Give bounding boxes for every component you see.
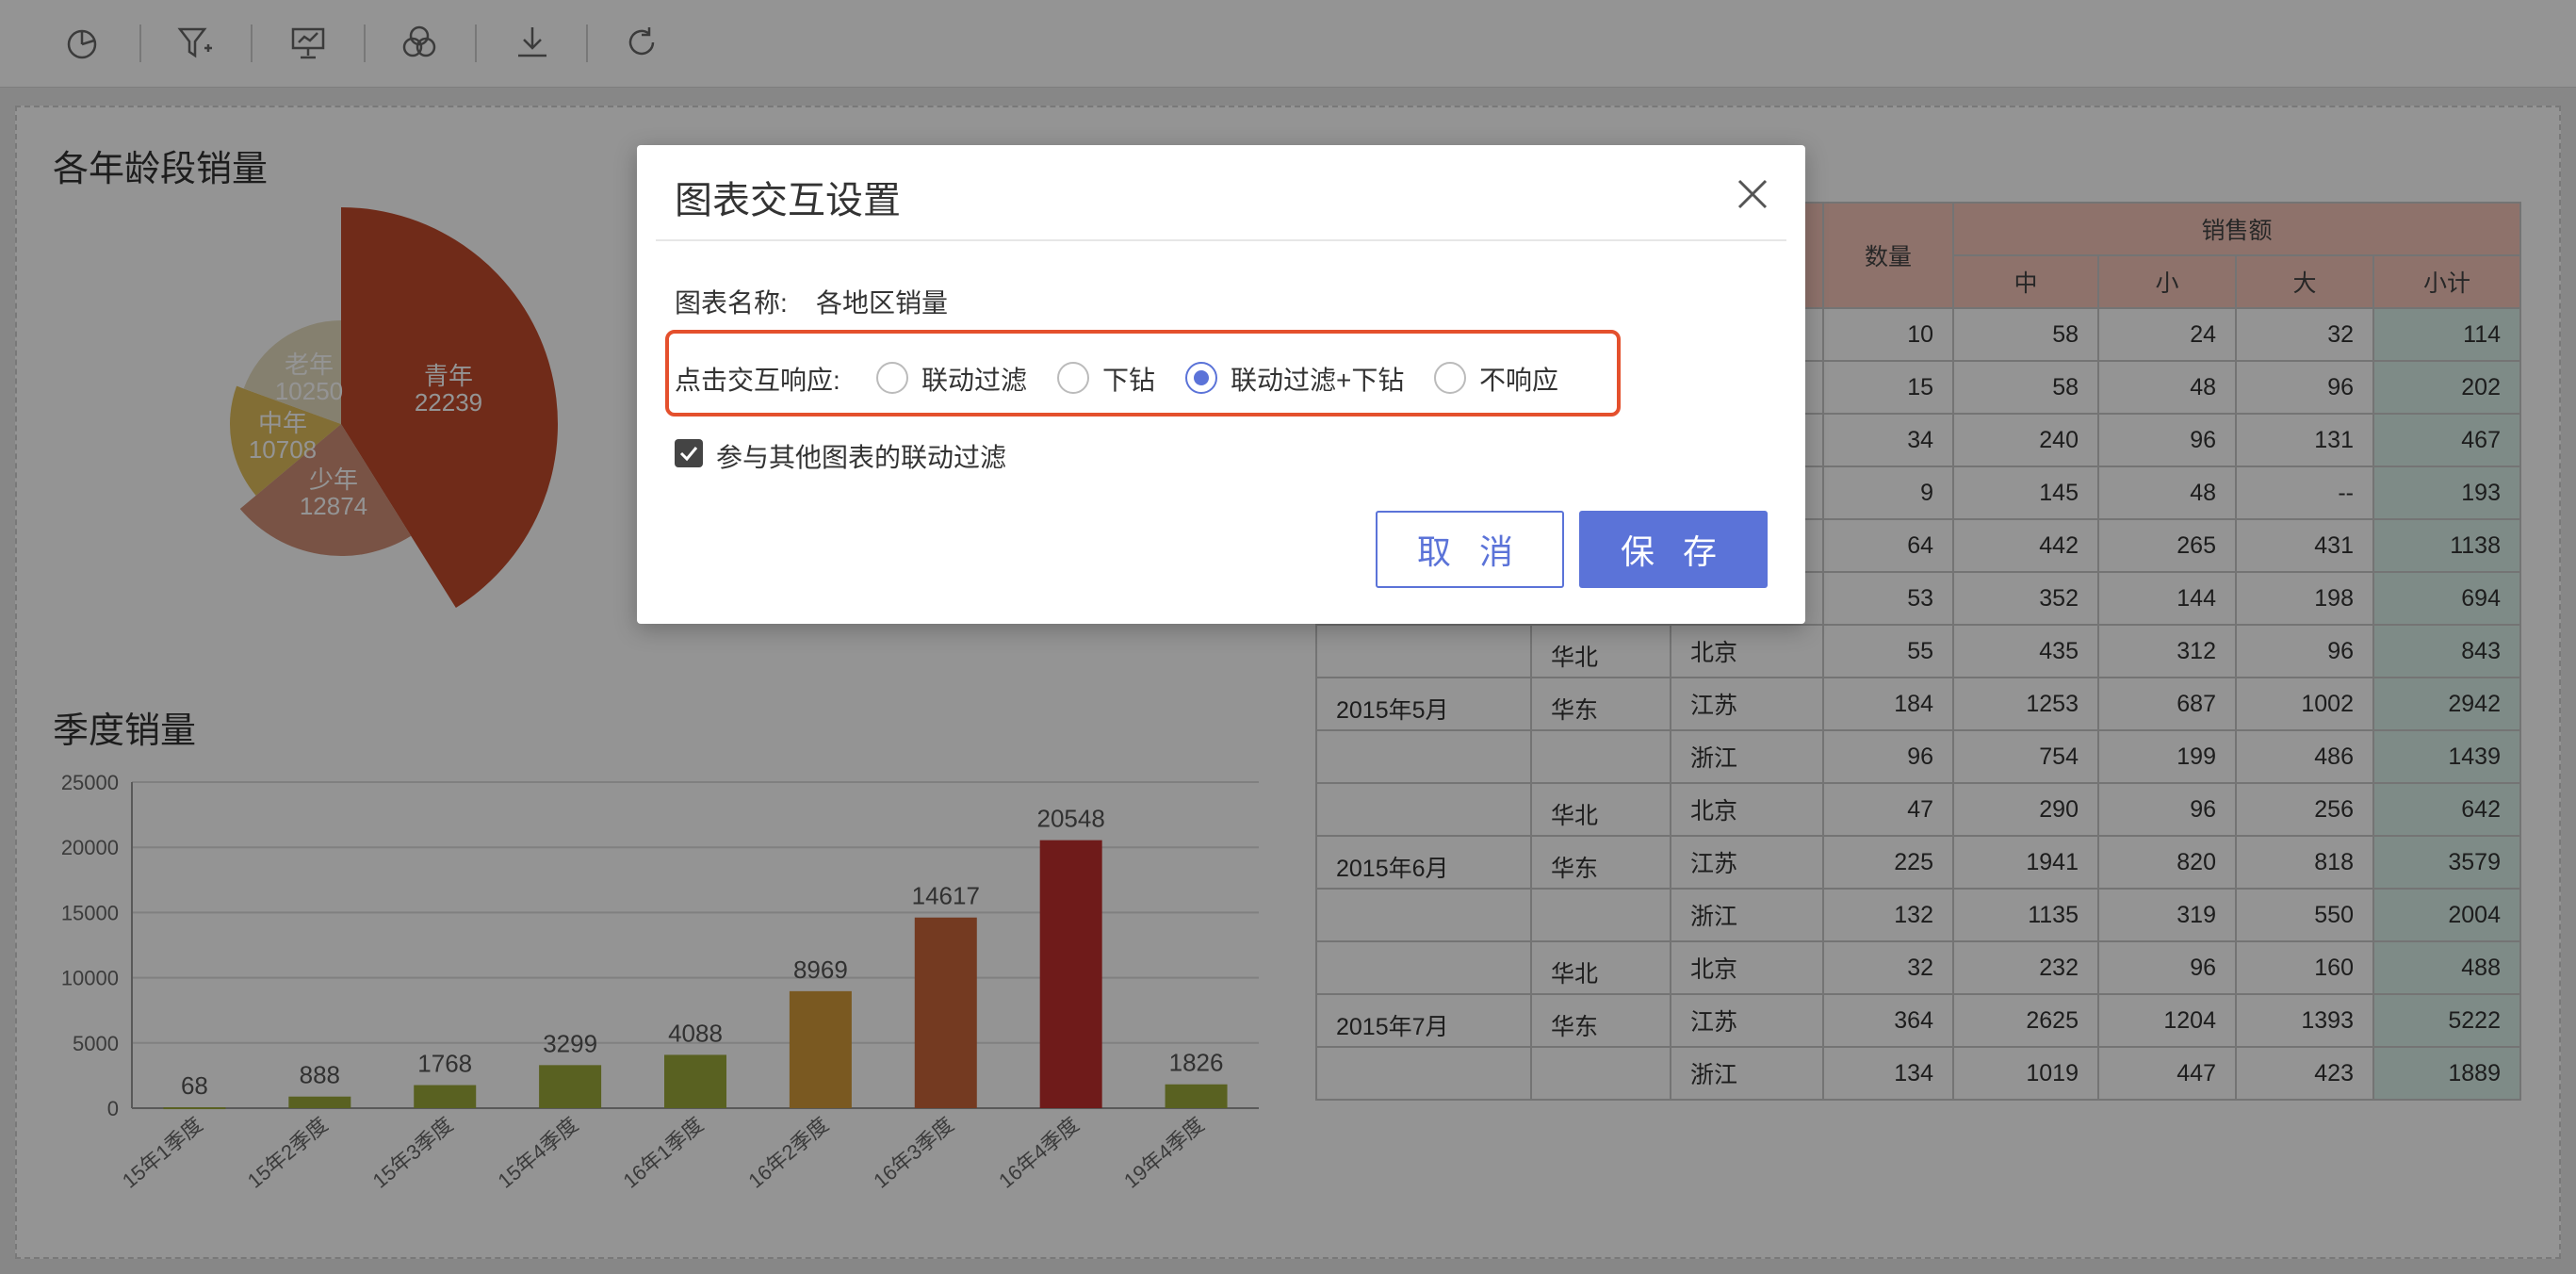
radio-label-no-response[interactable]: 不响应 — [1479, 360, 1558, 398]
radio-linkage-filter-drilldown[interactable] — [1185, 362, 1217, 394]
chart-name-value: 各地区销量 — [816, 288, 949, 318]
dialog-divider — [656, 239, 1786, 241]
radio-linkage-filter[interactable] — [876, 362, 908, 394]
save-button[interactable]: 保 存 — [1579, 511, 1768, 588]
radio-drilldown[interactable] — [1057, 362, 1089, 394]
radio-label-drilldown[interactable]: 下钻 — [1102, 360, 1155, 398]
linkage-checkbox-label[interactable]: 参与其他图表的联动过滤 — [716, 437, 1006, 475]
dialog-title: 图表交互设置 — [675, 180, 901, 221]
check-icon — [679, 447, 698, 462]
chart-interaction-dialog: 图表交互设置 图表名称: 各地区销量 点击交互响应: 联动过滤 下钻 联动过滤+… — [637, 145, 1805, 624]
cancel-button[interactable]: 取 消 — [1376, 511, 1564, 588]
close-icon[interactable] — [1726, 168, 1779, 220]
click-response-label: 点击交互响应: — [675, 366, 840, 395]
linkage-checkbox[interactable] — [675, 439, 703, 467]
radio-label-linkage-filter[interactable]: 联动过滤 — [921, 360, 1027, 398]
radio-no-response[interactable] — [1434, 362, 1466, 394]
chart-name-label: 图表名称: — [675, 288, 788, 318]
radio-label-linkage-filter-drilldown[interactable]: 联动过滤+下钻 — [1231, 360, 1404, 398]
